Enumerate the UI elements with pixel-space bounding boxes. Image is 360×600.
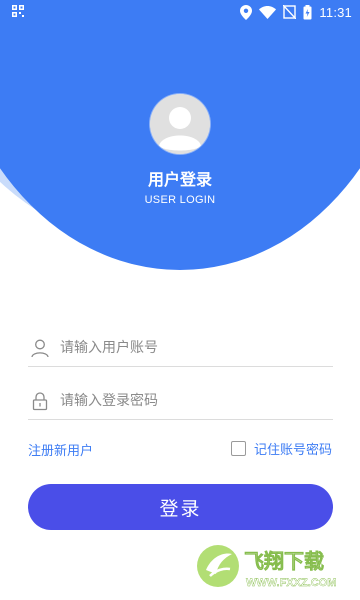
remember-label: 记住账号密码 xyxy=(253,443,332,458)
user-icon xyxy=(31,339,49,358)
login-screen: 11:31 用户登录 USER LOGIN 注册新用户 记住账号密码 xyxy=(0,0,360,600)
site-watermark: 飞翔下载 WWW.FXXZ.COM xyxy=(197,545,337,589)
no-sim-icon xyxy=(283,5,297,19)
username-field[interactable] xyxy=(28,332,333,367)
qr-code-icon xyxy=(12,5,24,17)
status-time: 11:31 xyxy=(319,4,352,20)
location-icon xyxy=(240,4,253,20)
username-input[interactable] xyxy=(60,336,330,360)
status-icons: 11:31 xyxy=(240,3,352,21)
register-link[interactable]: 注册新用户 xyxy=(28,440,93,459)
watermark-url: WWW.FXXZ.COM xyxy=(246,577,336,589)
lock-icon xyxy=(32,392,48,411)
status-bar: 11:31 xyxy=(0,0,360,24)
user-avatar xyxy=(150,94,210,154)
wifi-icon xyxy=(259,5,277,19)
password-input[interactable] xyxy=(60,389,330,413)
user-avatar-icon xyxy=(150,94,210,154)
page-title: 用户登录 xyxy=(147,170,212,189)
remember-account-toggle[interactable]: 记住账号密码 xyxy=(230,439,332,458)
remember-checkbox[interactable] xyxy=(230,441,246,456)
battery-icon xyxy=(303,4,312,19)
page-subtitle: USER LOGIN xyxy=(144,194,216,206)
password-field[interactable] xyxy=(28,385,333,420)
watermark-brand: 飞翔下载 xyxy=(244,549,324,573)
login-button[interactable]: 登录 xyxy=(28,484,333,530)
